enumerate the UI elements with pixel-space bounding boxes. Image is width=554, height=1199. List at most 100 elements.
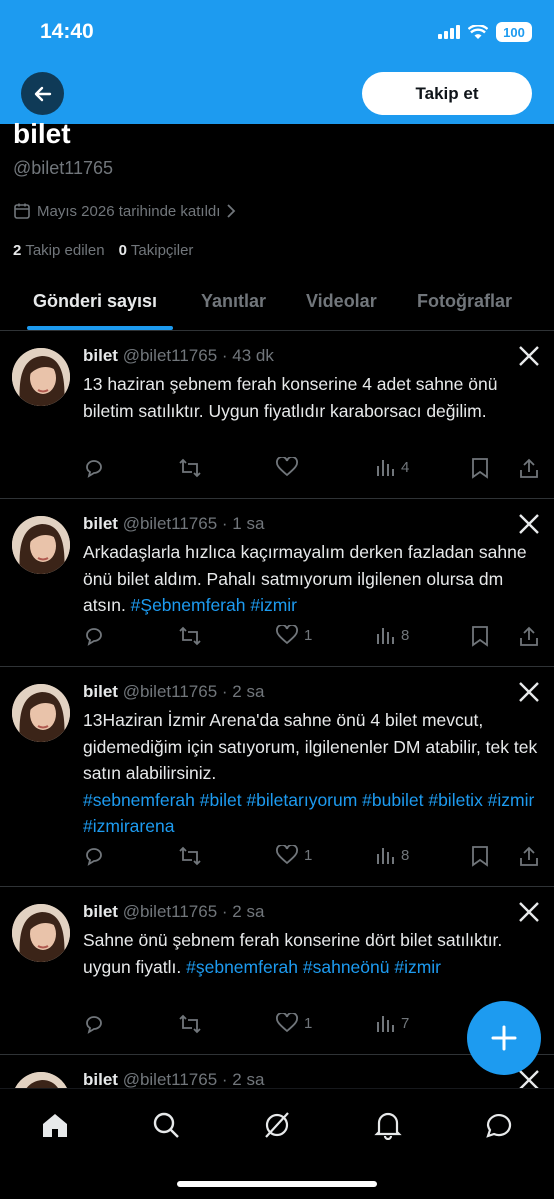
tweet-item[interactable]: bilet @bilet11765 · 1 sa Arkadaşlarla hı… xyxy=(0,499,554,667)
tweet-header: bilet @bilet11765 · 2 sa xyxy=(83,682,265,701)
reply-icon xyxy=(86,460,102,478)
tweet-hashtags[interactable]: #şebnemferah #sahneönü #izmir xyxy=(186,957,441,977)
repost-button[interactable] xyxy=(178,457,202,479)
tab-videos[interactable]: Videolar xyxy=(306,291,377,312)
views-button[interactable]: 8 xyxy=(375,845,409,865)
reply-button[interactable] xyxy=(83,625,105,647)
active-tab-indicator xyxy=(27,326,173,330)
bookmark-icon xyxy=(472,626,488,647)
home-icon xyxy=(43,1114,67,1137)
tweet-header: bilet @bilet11765 · 43 dk xyxy=(83,346,274,365)
repost-button[interactable] xyxy=(178,625,202,647)
tab-posts[interactable]: Gönderi sayısı xyxy=(33,291,157,312)
signal-icon xyxy=(438,25,460,39)
views-icon xyxy=(377,460,394,476)
followers-count[interactable]: 0 Takipçiler xyxy=(119,242,194,259)
follow-button[interactable]: Takip et xyxy=(362,72,532,115)
bookmark-icon xyxy=(472,846,488,867)
like-icon xyxy=(276,625,298,645)
reply-icon xyxy=(86,848,102,866)
tweet-hashtags[interactable]: #sebnemferah #bilet #biletarıyorum #bubi… xyxy=(83,790,534,837)
tweet-actions: 1 8 xyxy=(83,625,543,649)
nav-notifications[interactable] xyxy=(368,1105,408,1145)
x-logo-icon xyxy=(519,514,539,534)
repost-icon xyxy=(179,458,201,478)
like-button[interactable]: 1 xyxy=(276,625,312,645)
status-bar: 14:40 100 xyxy=(0,0,554,66)
back-button[interactable] xyxy=(21,72,64,115)
joined-label: Mayıs 2026 tarihinde katıldı xyxy=(37,202,221,220)
status-icons: 100 xyxy=(438,22,532,42)
reply-button[interactable] xyxy=(83,1013,105,1035)
views-icon xyxy=(377,628,394,644)
bookmark-icon xyxy=(472,458,488,479)
tweet-hashtags[interactable]: #Şebnemferah #izmir xyxy=(131,595,297,615)
nav-search[interactable] xyxy=(146,1105,186,1145)
avatar[interactable] xyxy=(12,904,70,962)
repost-button[interactable] xyxy=(178,1013,202,1035)
share-icon xyxy=(520,846,538,866)
tweet-item[interactable]: bilet @bilet11765 · 43 dk 13 haziran şeb… xyxy=(0,331,554,499)
follow-counts: 2 Takip edilen 0 Takipçiler xyxy=(13,242,193,259)
like-button[interactable] xyxy=(276,457,304,477)
views-button[interactable]: 8 xyxy=(375,625,409,645)
reply-button[interactable] xyxy=(83,457,105,479)
like-icon xyxy=(276,845,298,865)
following-count[interactable]: 2 Takip edilen xyxy=(13,242,105,259)
avatar[interactable] xyxy=(12,1072,70,1088)
notifications-icon xyxy=(374,1112,402,1140)
reply-icon xyxy=(86,628,102,646)
x-logo-icon xyxy=(519,682,539,702)
compose-button[interactable] xyxy=(467,1001,541,1075)
profile-tabs: Gönderi sayısı Yanıtlar Videolar Fotoğra… xyxy=(0,278,554,331)
chevron-right-icon xyxy=(227,204,236,218)
tweet-actions: 1 8 xyxy=(83,845,543,869)
tweet-text: 13 haziran şebnem ferah konserine 4 adet… xyxy=(83,374,498,421)
home-indicator xyxy=(177,1181,377,1187)
bookmark-button[interactable] xyxy=(471,845,489,867)
battery-indicator: 100 xyxy=(496,22,532,42)
profile-name: bilet xyxy=(13,118,71,149)
avatar[interactable] xyxy=(12,348,70,406)
nav-messages[interactable] xyxy=(479,1105,519,1145)
reply-button[interactable] xyxy=(83,845,105,867)
views-button[interactable]: 4 xyxy=(375,457,409,477)
nav-grok[interactable] xyxy=(257,1105,297,1145)
views-icon xyxy=(377,848,394,864)
compose-plus-icon xyxy=(491,1025,517,1051)
bookmark-button[interactable] xyxy=(471,457,489,479)
like-icon xyxy=(276,1013,298,1033)
x-logo-icon xyxy=(519,346,539,366)
avatar[interactable] xyxy=(12,684,70,742)
x-logo-icon xyxy=(519,902,539,922)
repost-icon xyxy=(179,846,201,866)
grok-icon xyxy=(265,1112,289,1138)
bookmark-button[interactable] xyxy=(471,625,489,647)
messages-icon xyxy=(486,1114,512,1138)
tab-replies[interactable]: Yanıtlar xyxy=(201,291,266,312)
share-button[interactable] xyxy=(519,457,539,479)
views-button[interactable]: 7 xyxy=(375,1013,409,1033)
tab-photos[interactable]: Fotoğraflar xyxy=(417,291,512,312)
tweet-text: Arkadaşlarla hızlıca kaçırmayalım derken… xyxy=(83,542,527,615)
tweet-text: Sahne önü şebnem ferah konserine dört bi… xyxy=(83,930,503,977)
share-icon xyxy=(520,458,538,478)
joined-date[interactable]: Mayıs 2026 tarihinde katıldı xyxy=(13,202,236,220)
tweet-item[interactable]: bilet @bilet11765 · 2 sa 13Haziran İzmir… xyxy=(0,667,554,887)
avatar[interactable] xyxy=(12,516,70,574)
share-icon xyxy=(520,626,538,646)
tweet-text: 13Haziran İzmir Arena'da sahne önü 4 bil… xyxy=(83,710,538,837)
like-button[interactable]: 1 xyxy=(276,1013,312,1033)
like-icon xyxy=(276,457,298,477)
tweet-header: bilet @bilet11765 · 2 sa xyxy=(83,902,265,921)
repost-icon xyxy=(179,626,201,646)
tweet-header: bilet @bilet11765 · 2 sa xyxy=(83,1070,265,1088)
nav-home[interactable] xyxy=(35,1105,75,1145)
wifi-icon xyxy=(468,24,488,39)
share-button[interactable] xyxy=(519,845,539,867)
like-button[interactable]: 1 xyxy=(276,845,312,865)
repost-button[interactable] xyxy=(178,845,202,867)
repost-icon xyxy=(179,1014,201,1034)
share-button[interactable] xyxy=(519,625,539,647)
tweet-item[interactable]: bilet @bilet11765 · 2 sa xyxy=(0,1055,554,1088)
